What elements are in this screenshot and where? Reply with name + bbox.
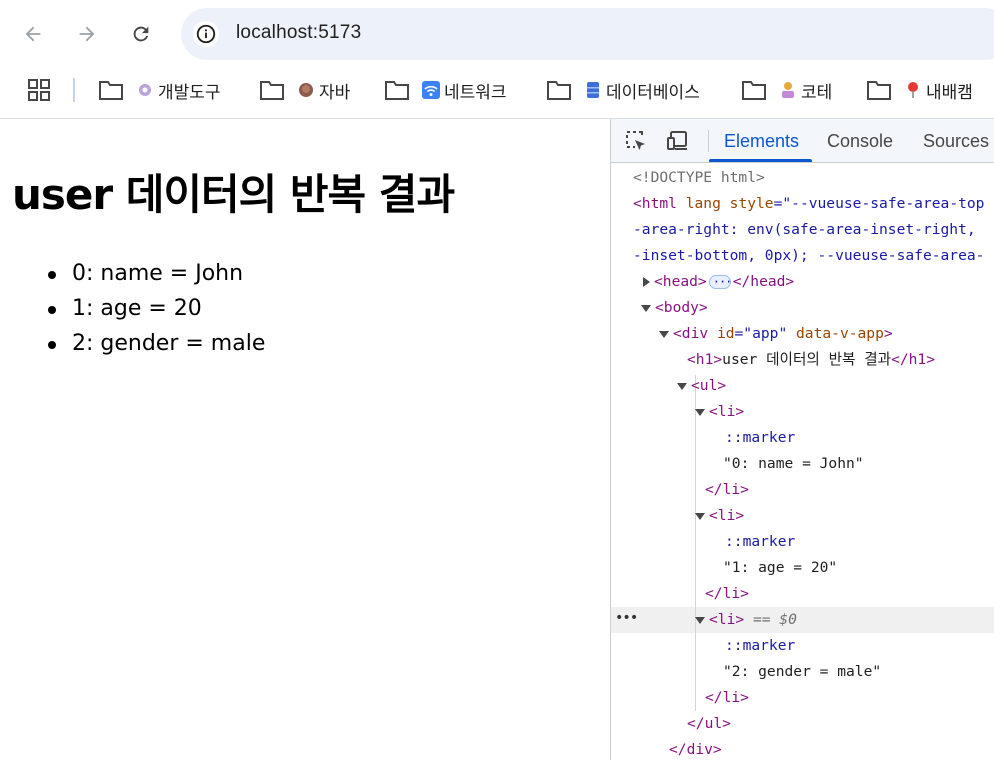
bullet-icon [48,341,56,349]
dom-node-li[interactable]: <li> [695,399,744,425]
list-item: 0: name = John [48,259,265,294]
devtools-panel: Elements Console Sources ••• <!DOCTYPE h… [610,119,994,760]
dom-node-div-close[interactable]: </div> [669,737,722,760]
bookmark-folder-database[interactable]: 데이터베이스 [546,74,700,106]
dom-node-li-close[interactable]: </li> [705,477,749,503]
bullet-icon [48,306,56,314]
dom-node-ul-close[interactable]: </ul> [687,711,731,737]
apps-grid-icon[interactable] [27,78,51,102]
folder-icon [385,81,409,100]
user-data-list: 0: name = John 1: age = 20 2: gender = m… [48,259,265,364]
bookmarks-separator [73,78,75,102]
database-icon [587,82,599,98]
collapse-triangle-icon[interactable] [695,616,705,624]
dom-node-li-selected[interactable]: <li> == $0 [695,607,797,633]
dom-node-text[interactable]: "0: name = John" [723,451,864,477]
device-toolbar-icon[interactable] [666,129,690,153]
collapse-triangle-icon[interactable] [677,382,687,390]
dom-node-html[interactable]: <html lang style="--vueuse-safe-area-top [633,191,984,217]
bookmark-label: 데이터베이스 [606,82,700,103]
dom-node-marker[interactable]: ::marker [725,633,795,659]
selected-node-highlight [611,607,994,633]
collapse-triangle-icon[interactable] [695,512,705,520]
dom-node-body[interactable]: <body> [641,295,708,321]
folder-icon [742,81,766,100]
list-item: 1: age = 20 [48,294,265,329]
dom-node-li[interactable]: <li> [695,503,744,529]
arrow-left-icon [25,26,41,42]
bookmarks-bar: 개발도구 자바 네트워크 데이터베이스 코테 내배캠 [0,68,994,118]
list-item-text: 1: age = 20 [72,296,202,321]
folder-icon [867,81,891,100]
forward-button[interactable] [69,16,105,52]
address-bar[interactable]: localhost:5173 [181,8,994,60]
collapse-triangle-icon[interactable] [659,330,669,338]
page-title: user 데이터의 반복 결과 [12,170,455,219]
dom-node-text[interactable]: "2: gender = male" [723,659,881,685]
dom-node-html-style-cont: -inset-bottom, 0px); --vueuse-safe-area- [633,247,985,264]
dom-node-h1[interactable]: <h1>user 데이터의 반복 결과</h1> [687,347,935,373]
bookmark-folder-network[interactable]: 네트워크 [384,74,507,106]
active-tab-indicator [709,159,812,162]
bookmark-label: 내배캠 [926,82,973,103]
person-icon [782,82,794,98]
more-options-icon[interactable]: ••• [615,607,638,633]
folder-icon [99,81,123,100]
dom-node-marker[interactable]: ::marker [725,529,795,555]
bullet-icon [48,271,56,279]
reload-icon [133,26,149,42]
tab-sources[interactable]: Sources [923,131,989,152]
toolbar-separator [708,130,709,152]
tree-guide-line [695,375,696,711]
tab-console[interactable]: Console [827,131,893,152]
list-item-text: 2: gender = male [72,331,266,356]
bookmark-folder-java[interactable]: 자바 [259,74,350,106]
bookmark-folder-devtools[interactable]: 개발도구 [98,74,221,106]
url-text: localhost:5173 [236,22,362,43]
browser-toolbar: localhost:5173 [0,0,994,68]
dom-node-ul[interactable]: <ul> [677,373,726,399]
dom-node-html-style-cont: -area-right: env(safe-area-inset-right, [633,221,976,238]
devtools-tab-bar: Elements Console Sources [611,119,994,163]
bookmark-label: 자바 [319,82,351,103]
list-item-text: 0: name = John [72,261,244,286]
wifi-icon [422,81,440,99]
bookmark-label: 개발도구 [158,82,221,103]
tab-elements[interactable]: Elements [724,131,799,152]
bookmark-folder-nbc[interactable]: 내배캠 [866,74,973,106]
arrow-right-icon [79,26,95,42]
reload-button[interactable] [123,16,159,52]
back-button[interactable] [15,16,51,52]
folder-icon [547,81,571,100]
coffee-icon [299,83,313,97]
info-icon [196,24,216,44]
list-item: 2: gender = male [48,329,265,364]
dom-node-marker[interactable]: ::marker [725,425,795,451]
page-viewport: user 데이터의 반복 결과 0: name = John 1: age = … [0,119,610,760]
dom-node-li-close[interactable]: </li> [705,581,749,607]
dom-node-div-app[interactable]: <div id="app" data-v-app> [659,321,893,347]
collapse-triangle-icon[interactable] [641,304,651,312]
bookmark-folder-coding-test[interactable]: 코테 [741,74,832,106]
dom-node-doctype[interactable]: <!DOCTYPE html> [633,165,765,191]
site-info-button[interactable] [193,21,219,47]
dom-node-li-close[interactable]: </li> [705,685,749,711]
dom-node-head[interactable]: <head></head> [643,269,794,295]
bookmark-label: 네트워크 [444,82,507,103]
expand-triangle-icon[interactable] [643,277,650,287]
collapse-triangle-icon[interactable] [695,408,705,416]
bookmark-label: 코테 [801,82,833,103]
gear-icon [139,84,151,96]
folder-icon [260,81,284,100]
dom-node-text[interactable]: "1: age = 20" [723,555,837,581]
pin-icon [908,82,918,98]
collapsed-content-icon[interactable] [708,269,731,295]
inspect-element-icon[interactable] [624,129,648,153]
